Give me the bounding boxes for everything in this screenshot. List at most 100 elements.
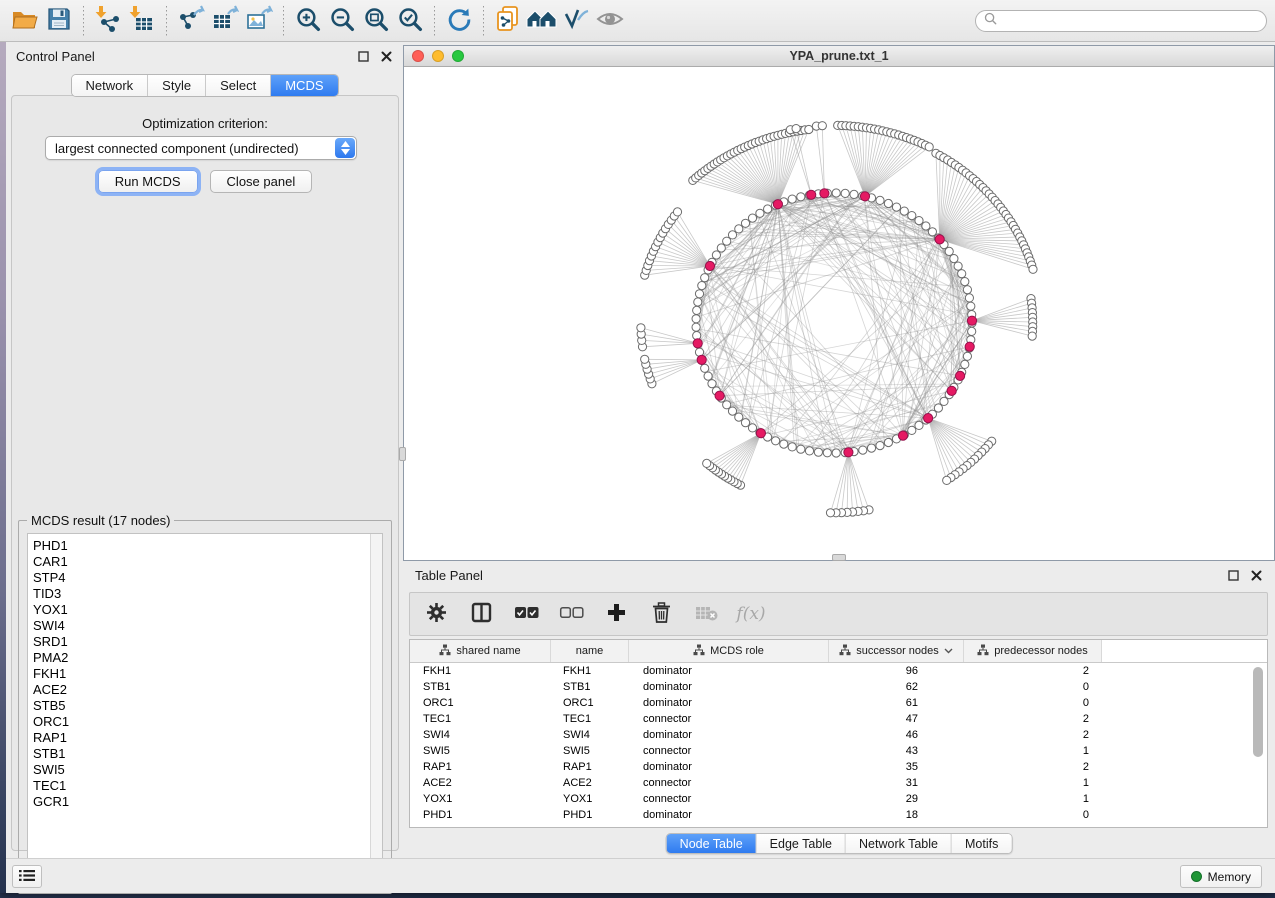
column-header-successor-nodes[interactable]: successor nodes bbox=[829, 640, 964, 662]
table-row[interactable]: ACE2ACE2connector311 bbox=[410, 775, 1267, 791]
close-panel-button[interactable]: Close panel bbox=[210, 170, 313, 193]
vertical-splitter-handle[interactable] bbox=[399, 447, 406, 461]
network-leaf-node[interactable] bbox=[826, 509, 834, 517]
zoom-fit-button[interactable] bbox=[359, 5, 393, 37]
tab-select[interactable]: Select bbox=[206, 75, 271, 96]
network-node[interactable] bbox=[741, 219, 749, 227]
network-node[interactable] bbox=[701, 364, 709, 372]
network-node[interactable] bbox=[915, 421, 923, 429]
mcds-hub-node[interactable] bbox=[947, 386, 956, 395]
horizontal-splitter-handle[interactable] bbox=[832, 554, 846, 561]
zoom-in-button[interactable] bbox=[291, 5, 325, 37]
refresh-view-button[interactable] bbox=[442, 5, 476, 37]
network-node[interactable] bbox=[788, 195, 796, 203]
table-scrollbar[interactable] bbox=[1252, 665, 1264, 824]
apply-style-button[interactable] bbox=[559, 5, 593, 37]
export-image-button[interactable] bbox=[242, 5, 276, 37]
network-node[interactable] bbox=[728, 231, 736, 239]
network-node[interactable] bbox=[717, 244, 725, 252]
network-node[interactable] bbox=[908, 426, 916, 434]
network-node[interactable] bbox=[693, 306, 701, 314]
mcds-hub-node[interactable] bbox=[693, 339, 702, 348]
column-header-MCDS-role[interactable]: MCDS role bbox=[629, 640, 829, 662]
table-scrollbar-thumb[interactable] bbox=[1253, 667, 1263, 757]
table-settings-button[interactable] bbox=[422, 599, 450, 629]
delete-column-button[interactable] bbox=[647, 599, 675, 629]
memory-button[interactable]: Memory bbox=[1180, 865, 1262, 888]
mcds-hub-node[interactable] bbox=[898, 431, 907, 440]
column-header-shared-name[interactable]: shared name bbox=[410, 640, 551, 662]
mcds-result-item[interactable]: FKH1 bbox=[33, 666, 382, 682]
zoom-out-button[interactable] bbox=[325, 5, 359, 37]
mcds-hub-node[interactable] bbox=[956, 371, 965, 380]
clone-network-button[interactable] bbox=[491, 5, 525, 37]
save-session-button[interactable] bbox=[42, 5, 76, 37]
tab-mcds[interactable]: MCDS bbox=[271, 75, 337, 96]
table-row[interactable]: RAP1RAP1dominator352 bbox=[410, 759, 1267, 775]
network-node[interactable] bbox=[876, 442, 884, 450]
network-node[interactable] bbox=[814, 448, 822, 456]
mcds-hub-node[interactable] bbox=[715, 391, 724, 400]
network-node[interactable] bbox=[950, 255, 958, 263]
network-node[interactable] bbox=[963, 352, 971, 360]
mcds-hub-node[interactable] bbox=[935, 235, 944, 244]
mcds-result-item[interactable]: ORC1 bbox=[33, 714, 382, 730]
tab-motifs[interactable]: Motifs bbox=[952, 834, 1011, 853]
network-leaf-node[interactable] bbox=[805, 125, 813, 133]
tab-network[interactable]: Network bbox=[71, 75, 148, 96]
network-node[interactable] bbox=[850, 190, 858, 198]
close-table-panel-icon[interactable] bbox=[1249, 568, 1263, 582]
mcds-result-item[interactable]: SWI5 bbox=[33, 762, 382, 778]
network-node[interactable] bbox=[735, 413, 743, 421]
open-session-button[interactable] bbox=[8, 5, 42, 37]
mcds-result-item[interactable]: STB5 bbox=[33, 698, 382, 714]
network-leaf-node[interactable] bbox=[818, 122, 826, 130]
mcds-result-item[interactable]: PMA2 bbox=[33, 650, 382, 666]
network-node[interactable] bbox=[961, 360, 969, 368]
network-node[interactable] bbox=[704, 372, 712, 380]
zoom-selected-button[interactable] bbox=[393, 5, 427, 37]
network-node[interactable] bbox=[922, 222, 930, 230]
network-node[interactable] bbox=[963, 286, 971, 294]
mcds-hub-node[interactable] bbox=[773, 200, 782, 209]
network-node[interactable] bbox=[708, 380, 716, 388]
mcds-result-item[interactable]: YOX1 bbox=[33, 602, 382, 618]
network-node[interactable] bbox=[695, 290, 703, 298]
mcds-result-list[interactable]: PHD1CAR1STP4TID3YOX1SWI4SRD1PMA2FKH1ACE2… bbox=[27, 533, 383, 885]
mcds-result-item[interactable]: SWI4 bbox=[33, 618, 382, 634]
mcds-result-item[interactable]: TID3 bbox=[33, 586, 382, 602]
network-node[interactable] bbox=[876, 196, 884, 204]
tab-node-table[interactable]: Node Table bbox=[667, 834, 757, 853]
table-row[interactable]: FKH1FKH1dominator962 bbox=[410, 663, 1267, 679]
network-node[interactable] bbox=[892, 203, 900, 211]
export-network-button[interactable] bbox=[174, 5, 208, 37]
network-node[interactable] bbox=[958, 270, 966, 278]
network-node[interactable] bbox=[788, 443, 796, 451]
network-node[interactable] bbox=[945, 247, 953, 255]
network-node[interactable] bbox=[735, 225, 743, 233]
network-node[interactable] bbox=[940, 397, 948, 405]
network-node[interactable] bbox=[694, 298, 702, 306]
float-table-panel-icon[interactable] bbox=[1226, 568, 1240, 582]
network-window-titlebar[interactable]: YPA_prune.txt_1 bbox=[404, 46, 1274, 67]
show-task-history-button[interactable] bbox=[12, 865, 42, 888]
tab-style[interactable]: Style bbox=[148, 75, 206, 96]
network-node[interactable] bbox=[841, 189, 849, 197]
network-node[interactable] bbox=[900, 207, 908, 215]
network-node[interactable] bbox=[884, 438, 892, 446]
network-node[interactable] bbox=[965, 294, 973, 302]
mcds-result-item[interactable]: STP4 bbox=[33, 570, 382, 586]
network-node[interactable] bbox=[915, 217, 923, 225]
network-node[interactable] bbox=[805, 447, 813, 455]
network-leaf-node[interactable] bbox=[703, 459, 711, 467]
mcds-result-item[interactable]: RAP1 bbox=[33, 730, 382, 746]
float-panel-icon[interactable] bbox=[356, 49, 370, 63]
network-node[interactable] bbox=[908, 212, 916, 220]
mcds-result-item[interactable]: CAR1 bbox=[33, 554, 382, 570]
network-node[interactable] bbox=[692, 323, 700, 331]
network-node[interactable] bbox=[968, 327, 976, 335]
export-table-button[interactable] bbox=[208, 5, 242, 37]
network-node[interactable] bbox=[832, 189, 840, 197]
network-node[interactable] bbox=[884, 199, 892, 207]
network-leaf-node[interactable] bbox=[1029, 265, 1037, 273]
